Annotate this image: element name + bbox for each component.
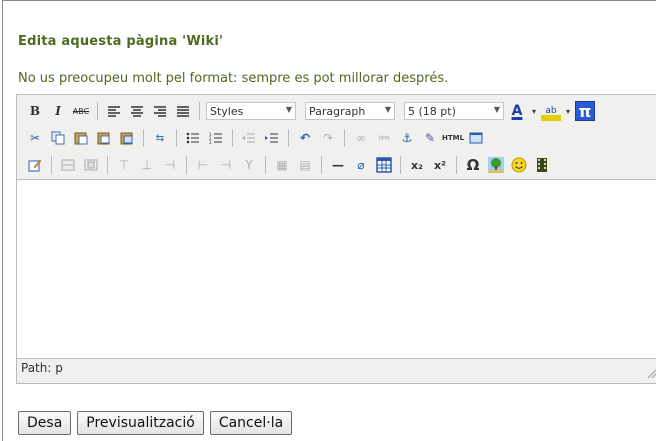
styles-select-value: Styles (210, 104, 244, 118)
special-char-button[interactable]: Ω (463, 155, 483, 175)
numbered-list-icon[interactable]: 123 (206, 128, 226, 148)
page-title: Edita aquesta pàgina 'Wiki' (18, 34, 224, 49)
image-icon[interactable] (486, 155, 506, 175)
link-icon[interactable]: ∞ (351, 128, 371, 148)
toolbar-separator (456, 156, 457, 174)
insert-col-before-icon[interactable]: ⊢ (193, 155, 213, 175)
toolbar-separator (288, 129, 289, 147)
toolbar-separator (176, 129, 177, 147)
chevron-down-icon[interactable]: ▾ (564, 101, 572, 121)
resize-handle-icon[interactable] (647, 369, 656, 379)
delete-col-icon[interactable]: Y (239, 155, 259, 175)
math-pi-button[interactable]: π (575, 101, 595, 121)
cleanup-icon[interactable]: ✎ (420, 128, 440, 148)
save-button[interactable]: Desa (18, 411, 72, 435)
media-icon[interactable] (532, 155, 552, 175)
toolbar-separator (344, 129, 345, 147)
table-row-props-icon[interactable] (58, 155, 78, 175)
chevron-down-icon: ▼ (285, 105, 292, 114)
italic-button[interactable]: I (48, 101, 68, 121)
unlink-icon[interactable]: ⚯ (374, 128, 394, 148)
copy-icon[interactable] (48, 128, 68, 148)
align-left-icon[interactable] (104, 101, 124, 121)
remove-format-icon[interactable]: ⌀ (351, 155, 371, 175)
chevron-down-icon[interactable]: ▾ (530, 101, 538, 121)
bullet-list-icon[interactable] (183, 128, 203, 148)
fullscreen-icon[interactable] (466, 128, 486, 148)
form-actions: Desa Previsualització Cancel·la (18, 411, 293, 435)
rich-text-editor: B I ABC Styles ▼ Paragraph ▼ 5 (18 pt) ▼… (16, 94, 656, 384)
horizontal-rule-icon[interactable]: — (328, 155, 348, 175)
toolbar-separator (186, 156, 187, 174)
paste-word-icon[interactable] (117, 128, 137, 148)
emoticon-icon[interactable] (509, 155, 529, 175)
toolbar-row-2: ✂ ⇆ 123 ↶ ↷ ∞ ⚯ ⚓ ✎ HTML (17, 125, 486, 151)
edit-icon[interactable] (25, 155, 45, 175)
cut-icon[interactable]: ✂ (25, 128, 45, 148)
toolbar-separator (265, 156, 266, 174)
svg-text:3: 3 (209, 140, 212, 144)
toolbar-separator (199, 102, 200, 120)
styles-select[interactable]: Styles ▼ (206, 102, 296, 120)
toolbar-separator (107, 156, 108, 174)
cancel-button[interactable]: Cancel·la (209, 411, 293, 435)
toolbar-row-3: ⊤ ⊥ ⊣ ⊢ ⊣ Y ▦ ▤ — ⌀ x₂ x² Ω (17, 152, 552, 178)
merge-cells-icon[interactable]: ▤ (295, 155, 315, 175)
redo-icon[interactable]: ↷ (318, 128, 338, 148)
preview-button[interactable]: Previsualització (77, 411, 204, 435)
format-select-value: Paragraph (309, 104, 366, 118)
toolbar-separator (51, 156, 52, 174)
delete-row-icon[interactable]: ⊣ (160, 155, 180, 175)
format-select[interactable]: Paragraph ▼ (305, 102, 395, 120)
anchor-icon[interactable]: ⚓ (397, 128, 417, 148)
align-justify-icon[interactable] (173, 101, 193, 121)
format-hint: No us preocupeu molt pel format: sempre … (18, 71, 449, 86)
strikethrough-button[interactable]: ABC (71, 101, 91, 121)
insert-col-after-icon[interactable]: ⊣ (216, 155, 236, 175)
paste-text-icon[interactable] (94, 128, 114, 148)
toolbar-separator (232, 129, 233, 147)
paste-icon[interactable] (71, 128, 91, 148)
fontsize-select-value: 5 (18 pt) (408, 104, 456, 118)
split-cells-icon[interactable]: ▦ (272, 155, 292, 175)
toolbar-separator (143, 129, 144, 147)
insert-table-icon[interactable] (374, 155, 394, 175)
text-color-icon[interactable]: A (507, 101, 527, 121)
insert-row-after-icon[interactable]: ⊥ (137, 155, 157, 175)
chevron-down-icon: ▼ (493, 105, 500, 114)
chevron-down-icon: ▼ (384, 105, 391, 114)
search-replace-icon[interactable]: ⇆ (150, 128, 170, 148)
fontsize-select[interactable]: 5 (18 pt) ▼ (404, 102, 504, 120)
table-cell-props-icon[interactable] (81, 155, 101, 175)
highlight-color-icon[interactable]: ab (541, 101, 561, 121)
outdent-icon[interactable] (239, 128, 259, 148)
bold-button[interactable]: B (25, 101, 45, 121)
toolbar-separator (97, 102, 98, 120)
element-path: Path: p (21, 361, 63, 375)
toolbar-separator (321, 156, 322, 174)
html-source-button[interactable]: HTML (442, 128, 464, 148)
insert-row-before-icon[interactable]: ⊤ (114, 155, 134, 175)
align-right-icon[interactable] (150, 101, 170, 121)
indent-icon[interactable] (262, 128, 282, 148)
undo-icon[interactable]: ↶ (295, 128, 315, 148)
toolbar-separator (400, 156, 401, 174)
toolbar-row-1: B I ABC Styles ▼ Paragraph ▼ 5 (18 pt) ▼… (17, 98, 595, 124)
subscript-button[interactable]: x₂ (407, 155, 427, 175)
editor-content-area[interactable] (17, 179, 656, 359)
superscript-button[interactable]: x² (430, 155, 450, 175)
align-center-icon[interactable] (127, 101, 147, 121)
